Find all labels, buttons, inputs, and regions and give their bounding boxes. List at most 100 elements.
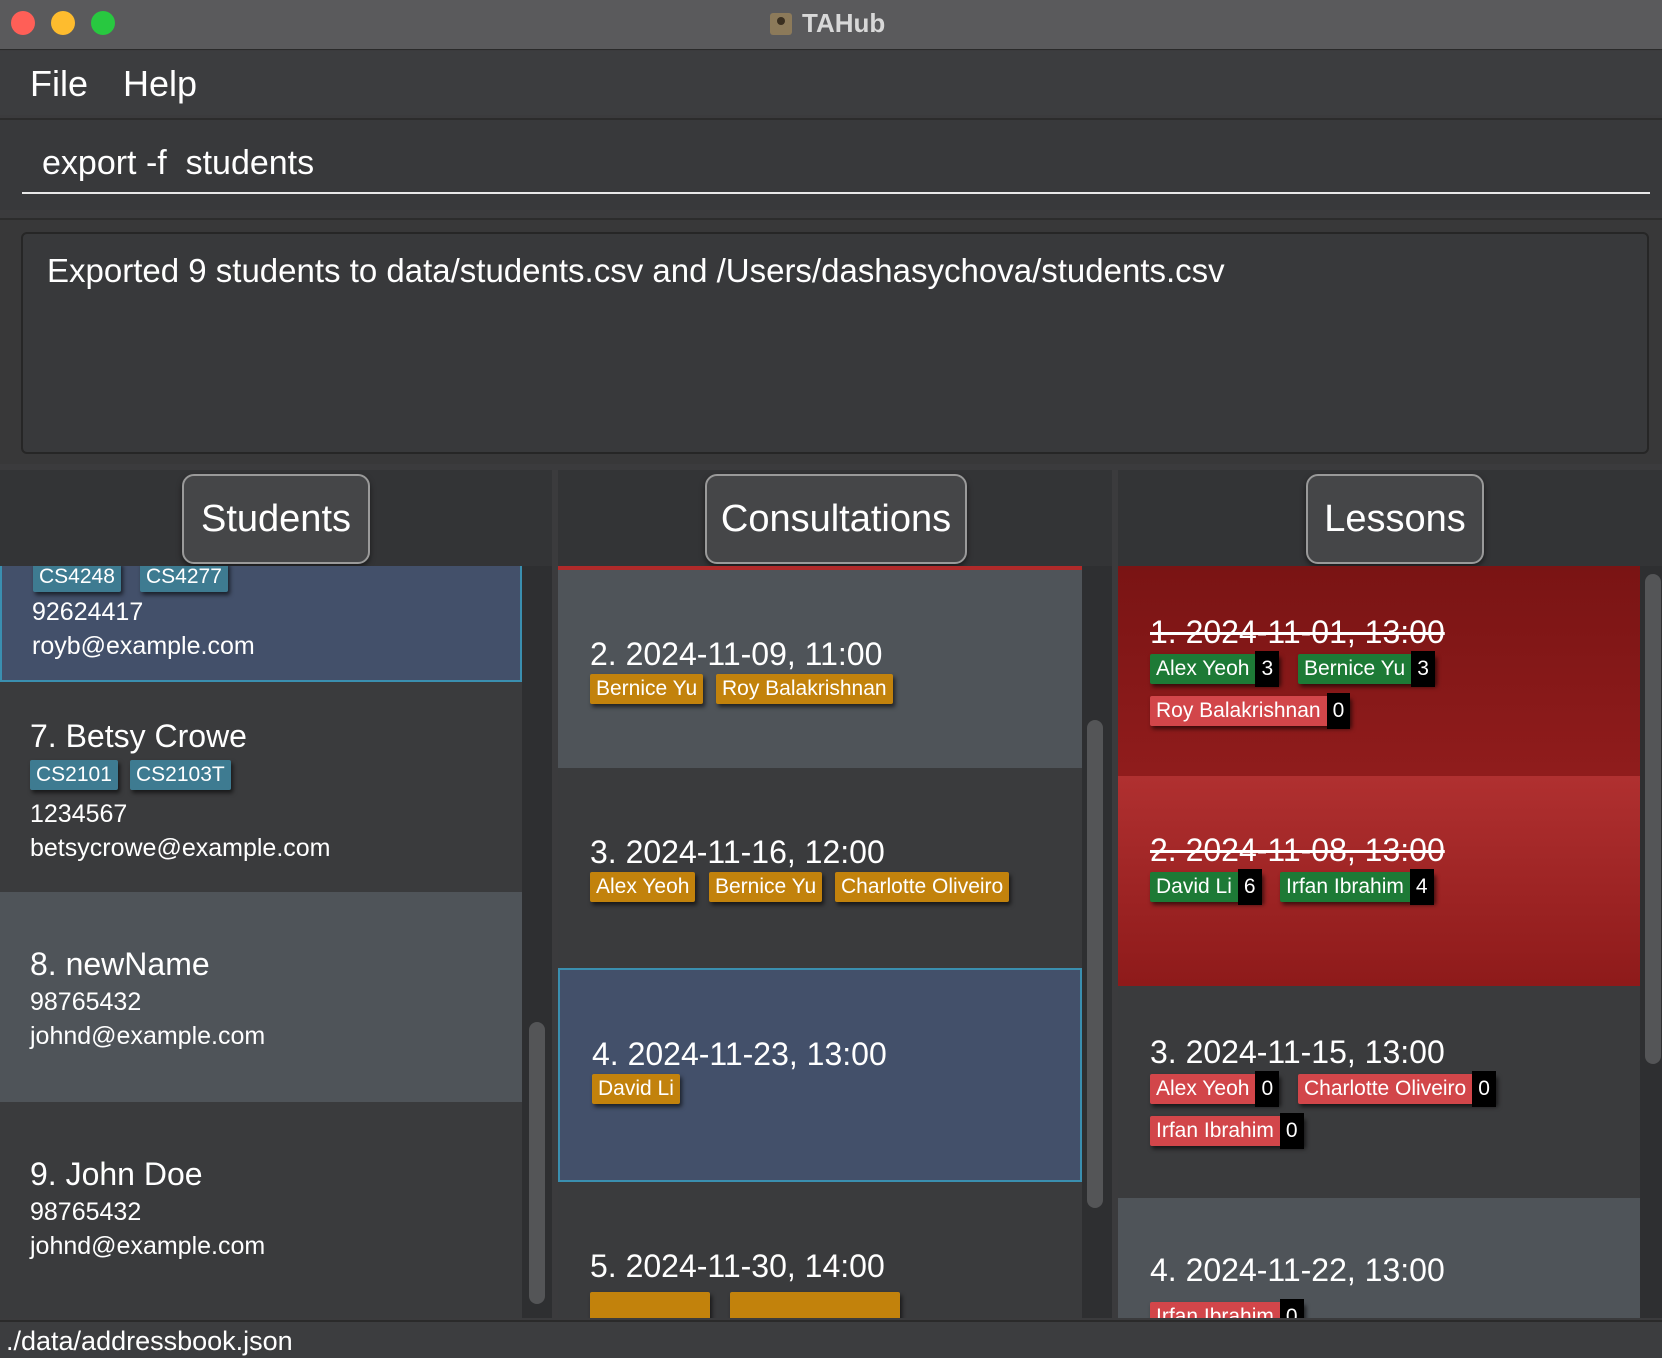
consultations-tab-button[interactable]: Consultations xyxy=(705,474,967,564)
absentee-tag: Irfan Ibrahim 0 xyxy=(1150,1113,1304,1149)
student-phone: 98765432 xyxy=(30,1198,142,1226)
absentee-tag: Irfan Ibrahim 0 xyxy=(1150,1299,1304,1318)
attendee-name: Irfan Ibrahim xyxy=(1286,875,1404,898)
consultations-list[interactable]: 2. 2024-11-09, 11:00 Bernice Yu Roy Bala… xyxy=(558,566,1082,1318)
attendee-name: Alex Yeoh xyxy=(1156,1077,1250,1100)
menu-bar: File Help xyxy=(0,51,1662,115)
participation-count: 3 xyxy=(1255,651,1280,687)
consultation-title: 5. 2024-11-30, 14:00 xyxy=(590,1248,885,1284)
participation-count: 6 xyxy=(1237,869,1262,905)
module-tag: CS2101 xyxy=(30,760,118,790)
attendee-name: David Li xyxy=(1156,875,1232,898)
student-phone: 92624417 xyxy=(32,598,144,626)
student-email: johnd@example.com xyxy=(30,1022,266,1050)
close-window-button[interactable] xyxy=(11,11,35,35)
lesson-title: 1. 2024-11-01, 13:00 xyxy=(1150,614,1445,650)
result-display-panel: Exported 9 students to data/students.csv… xyxy=(0,218,1662,464)
consultation-card-5[interactable]: 5. 2024-11-30, 14:00 xyxy=(558,1182,1082,1318)
lessons-scrollbar[interactable] xyxy=(1645,574,1661,1064)
absentee-tag: Roy Balakrishnan 0 xyxy=(1150,693,1351,729)
consultation-student-tag xyxy=(730,1292,900,1318)
consultation-student-tag: Charlotte Oliveiro xyxy=(835,872,1010,902)
consultation-card-4[interactable]: 4. 2024-11-23, 13:00 David Li xyxy=(558,968,1082,1182)
attendee-tag: Bernice Yu 3 xyxy=(1298,651,1435,687)
student-email: johnd@example.com xyxy=(30,1232,266,1260)
lessons-panel: Lessons 1. 2024-11-01, 13:00 Alex Yeoh 3 … xyxy=(1118,470,1662,1318)
consultation-title: 2. 2024-11-09, 11:00 xyxy=(590,636,883,672)
consultations-panel: Consultations 2. 2024-11-09, 11:00 Berni… xyxy=(558,470,1112,1318)
participation-count: 4 xyxy=(1409,869,1434,905)
participation-count: 0 xyxy=(1472,1071,1496,1107)
lesson-card-4[interactable]: 4. 2024-11-22, 13:00 Irfan Ibrahim 0 xyxy=(1118,1198,1640,1318)
participation-count: 0 xyxy=(1326,693,1351,729)
student-email: betsycrowe@example.com xyxy=(30,834,331,862)
student-card-6[interactable]: CS4248 CS4277 92624417 royb@example.com xyxy=(0,566,522,682)
consultation-card-3[interactable]: 3. 2024-11-16, 12:00 Alex Yeoh Bernice Y… xyxy=(558,768,1082,968)
student-card-9[interactable]: 9. John Doe 98765432 johnd@example.com xyxy=(0,1102,522,1318)
maximize-window-button[interactable] xyxy=(91,11,115,35)
students-panel-header: Students xyxy=(0,470,552,566)
lesson-card-1[interactable]: 1. 2024-11-01, 13:00 Alex Yeoh 3 Bernice … xyxy=(1118,566,1640,776)
student-name: 8. newName xyxy=(30,946,210,982)
students-list[interactable]: CS4248 CS4277 92624417 royb@example.com … xyxy=(0,566,522,1318)
lesson-title: 3. 2024-11-15, 13:00 xyxy=(1150,1034,1445,1070)
minimize-window-button[interactable] xyxy=(51,11,75,35)
attendee-tag: David Li 6 xyxy=(1150,869,1262,905)
student-card-8[interactable]: 8. newName 98765432 johnd@example.com xyxy=(0,892,522,1102)
command-box xyxy=(0,118,1662,210)
attendee-name: Charlotte Oliveiro xyxy=(1304,1077,1467,1100)
student-name: 7. Betsy Crowe xyxy=(30,718,247,754)
students-scrollbar[interactable] xyxy=(529,1022,545,1304)
student-email: royb@example.com xyxy=(32,632,255,660)
participation-count: 0 xyxy=(1279,1113,1304,1149)
attendee-name: Roy Balakrishnan xyxy=(1156,699,1321,722)
consultations-panel-header: Consultations xyxy=(558,470,1112,566)
consultation-title: 4. 2024-11-23, 13:00 xyxy=(592,1036,887,1072)
menu-file[interactable]: File xyxy=(30,63,88,105)
student-phone: 1234567 xyxy=(30,800,128,828)
module-tag: CS2103T xyxy=(130,760,231,790)
lesson-title: 2. 2024-11-08, 13:00 xyxy=(1150,832,1445,868)
absentee-tag: Alex Yeoh 0 xyxy=(1150,1071,1280,1107)
result-text: Exported 9 students to data/students.csv… xyxy=(47,252,1225,289)
window-title-text: TAHub xyxy=(802,8,886,38)
module-tag: CS4277 xyxy=(140,566,228,592)
student-card-7[interactable]: 7. Betsy Crowe CS2101 CS2103T 1234567 be… xyxy=(0,682,522,892)
consultation-student-tag xyxy=(590,1292,710,1318)
lesson-title: 4. 2024-11-22, 13:00 xyxy=(1150,1252,1445,1288)
attendee-name: Alex Yeoh xyxy=(1156,657,1250,680)
consultation-student-tag: David Li xyxy=(592,1074,680,1104)
attendee-tag: Alex Yeoh 3 xyxy=(1150,651,1280,687)
consultation-title: 3. 2024-11-16, 12:00 xyxy=(590,834,885,870)
participation-count: 0 xyxy=(1255,1071,1280,1107)
lessons-panel-header: Lessons xyxy=(1118,470,1662,566)
result-display: Exported 9 students to data/students.csv… xyxy=(21,232,1649,454)
window-title: TAHub xyxy=(770,8,885,39)
command-input[interactable] xyxy=(22,134,1650,194)
absentee-tag: Charlotte Oliveiro 0 xyxy=(1298,1071,1496,1107)
app-icon xyxy=(770,12,792,35)
attendee-name: Bernice Yu xyxy=(1304,657,1406,680)
student-name: 9. John Doe xyxy=(30,1156,203,1192)
students-panel: Students CS4248 CS4277 92624417 royb@exa… xyxy=(0,470,552,1318)
consultation-student-tag: Bernice Yu xyxy=(590,674,704,704)
consultation-student-tag: Roy Balakrishnan xyxy=(716,674,893,704)
consultation-card-2[interactable]: 2. 2024-11-09, 11:00 Bernice Yu Roy Bala… xyxy=(558,570,1082,768)
module-tag: CS4248 xyxy=(33,566,121,592)
consultation-student-tag: Alex Yeoh xyxy=(590,872,696,902)
students-tab-button[interactable]: Students xyxy=(182,474,370,564)
participation-count: 3 xyxy=(1411,651,1435,687)
consultations-scrollbar[interactable] xyxy=(1087,720,1103,1208)
title-bar: TAHub xyxy=(0,0,1662,50)
save-file-path: ./data/addressbook.json xyxy=(6,1326,293,1356)
attendee-tag: Irfan Ibrahim 4 xyxy=(1280,869,1434,905)
lessons-list[interactable]: 1. 2024-11-01, 13:00 Alex Yeoh 3 Bernice … xyxy=(1118,566,1640,1318)
attendee-name: Irfan Ibrahim xyxy=(1156,1119,1274,1142)
lessons-tab-button[interactable]: Lessons xyxy=(1306,474,1484,564)
lesson-card-2[interactable]: 2. 2024-11-08, 13:00 David Li 6 Irfan Ibr… xyxy=(1118,776,1640,986)
status-bar: ./data/addressbook.json xyxy=(0,1320,1662,1358)
student-phone: 98765432 xyxy=(30,988,142,1016)
menu-help[interactable]: Help xyxy=(123,63,197,105)
participation-count: 0 xyxy=(1279,1299,1304,1318)
lesson-card-3[interactable]: 3. 2024-11-15, 13:00 Alex Yeoh 0 Charlott… xyxy=(1118,986,1640,1198)
